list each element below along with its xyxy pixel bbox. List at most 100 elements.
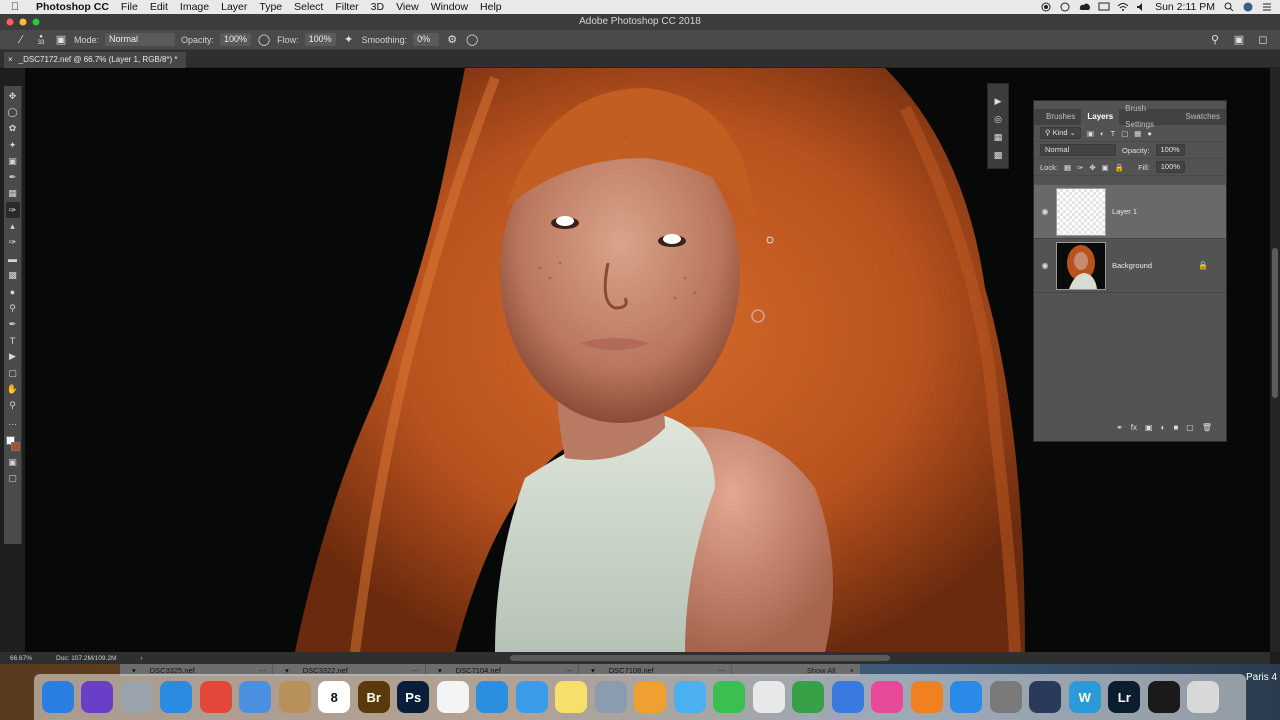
pressure-size-icon[interactable]: ◯ (465, 33, 479, 47)
apple-menu-icon[interactable]:  (0, 1, 30, 13)
crop-tool-icon[interactable]: ▣ (6, 153, 20, 169)
workspace-icon[interactable]: ▣ (1232, 33, 1246, 47)
fill-field[interactable]: 100% (1155, 161, 1185, 173)
marquee-tool-icon[interactable]: ◯ (6, 104, 20, 120)
cloud-icon[interactable] (1079, 2, 1091, 12)
canvas-vertical-scrollbar[interactable] (1270, 68, 1280, 652)
dock-app-reminders[interactable] (433, 679, 473, 715)
layer-row-background[interactable]: ◉ Background 🔒 (1034, 239, 1226, 293)
dock-app-photoshop[interactable]: Ps (394, 679, 434, 715)
dock-app-facetime[interactable] (710, 679, 750, 715)
dock-app-airmail[interactable] (473, 679, 513, 715)
smoothing-options-gear-icon[interactable]: ⚙ (445, 33, 459, 47)
volume-icon[interactable] (1136, 2, 1146, 12)
layer-name[interactable]: Layer 1 (1112, 207, 1137, 216)
close-tab-icon[interactable]: × (8, 52, 13, 68)
clone-stamp-tool-icon[interactable]: ▴ (6, 218, 20, 234)
menu-3d[interactable]: 3D (365, 0, 390, 14)
flow-field[interactable]: 100% (304, 33, 336, 46)
brush-settings-toggle-icon[interactable]: ▣ (54, 33, 68, 47)
airbrush-icon[interactable]: ✦ (342, 33, 356, 47)
dock-app-messages[interactable] (670, 679, 710, 715)
doc-size[interactable]: Doc: 107.2M/109.2M (56, 655, 116, 662)
pressure-opacity-icon[interactable]: ◯ (257, 33, 271, 47)
filter-adjustment-icon[interactable]: ◐ (1100, 129, 1105, 138)
dock-app-bridge[interactable]: Br (354, 679, 394, 715)
zoom-level[interactable]: 66.67% (10, 655, 32, 662)
dock-app-lightroom[interactable]: Lr (1105, 679, 1145, 715)
window-controls-icon[interactable] (6, 18, 46, 26)
tab-layers[interactable]: Layers (1081, 109, 1120, 125)
menu-layer[interactable]: Layer (215, 0, 253, 14)
dock-app-wunderlist[interactable]: W (1065, 679, 1105, 715)
display-icon[interactable] (1098, 2, 1110, 12)
delete-layer-icon[interactable]: 🗑 (1202, 423, 1212, 437)
actions-play-icon[interactable]: ▶ (991, 94, 1005, 108)
dock-app-siri[interactable] (78, 679, 118, 715)
screen-mode-icon[interactable]: ▢ (6, 471, 20, 487)
menu-filter[interactable]: Filter (329, 0, 364, 14)
add-mask-icon[interactable]: ▣ (1145, 423, 1153, 437)
link-layers-icon[interactable]: ⚭ (1116, 423, 1123, 437)
vscroll-thumb[interactable] (1272, 248, 1278, 398)
brush-tool-active-icon[interactable]: ✑ (5, 202, 20, 219)
document-tab[interactable]: × _DSC7172.nef @ 66.7% (Layer 1, RGB/8*)… (4, 52, 186, 68)
dock-app-safari[interactable] (157, 679, 197, 715)
menubar-clock[interactable]: Sun 2:11 PM (1155, 1, 1215, 13)
kind-filter-select[interactable]: ⚲ Kind ⌄ (1040, 127, 1081, 139)
new-adjustment-icon[interactable]: ◐ (1161, 423, 1166, 437)
filter-pixel-icon[interactable]: ▣ (1087, 129, 1094, 138)
record-icon[interactable] (1041, 2, 1051, 12)
blur-tool-icon[interactable]: ● (6, 284, 20, 300)
lasso-tool-icon[interactable]: ✿ (6, 121, 20, 137)
dock-app-mail[interactable] (236, 679, 276, 715)
dock-app-terminal[interactable] (1144, 679, 1184, 715)
dodge-tool-icon[interactable]: ⚲ (6, 300, 20, 316)
lock-image-icon[interactable]: ✑ (1077, 163, 1083, 172)
search-icon[interactable]: ⚲ (1208, 33, 1222, 47)
layer-name[interactable]: Background (1112, 261, 1152, 270)
tab-brushes[interactable]: Brushes (1040, 109, 1081, 125)
magic-wand-tool-icon[interactable]: ✦ (6, 137, 20, 153)
menu-file[interactable]: File (115, 0, 144, 14)
gradient-tool-icon[interactable]: ▩ (6, 267, 20, 283)
filter-type-icon[interactable]: T (1111, 129, 1116, 138)
canvas-horizontal-scrollbar[interactable] (510, 655, 890, 661)
dock-app-finder[interactable] (38, 679, 78, 715)
visibility-eye-icon[interactable]: ◉ (1040, 207, 1050, 216)
dock-app-calendar[interactable]: 8 (315, 679, 355, 715)
menu-edit[interactable]: Edit (144, 0, 174, 14)
brush-preset-picker-icon[interactable]: ● 33 (34, 33, 48, 47)
dock-app-textedit[interactable] (749, 679, 789, 715)
user-avatar-icon[interactable] (1243, 2, 1253, 12)
dock-app-ibooks[interactable] (907, 679, 947, 715)
dock-app-preview[interactable] (591, 679, 631, 715)
more-tools-icon[interactable]: … (6, 414, 20, 430)
sync-icon[interactable] (1060, 2, 1070, 12)
lock-position-icon[interactable]: ✥ (1089, 163, 1095, 172)
dock-app-numbers[interactable] (789, 679, 829, 715)
dock-app-keynote[interactable] (828, 679, 868, 715)
new-layer-icon[interactable]: ▢ (1186, 423, 1194, 437)
dock-app-system-preferences[interactable] (986, 679, 1026, 715)
menu-help[interactable]: Help (474, 0, 508, 14)
pen-tool-icon[interactable]: ✒ (6, 316, 20, 332)
menu-image[interactable]: Image (174, 0, 215, 14)
quick-mask-icon[interactable]: ▣ (6, 454, 20, 470)
lock-artboard-icon[interactable]: ▣ (1102, 163, 1109, 172)
notification-center-icon[interactable] (1262, 2, 1272, 12)
share-icon[interactable]: ◻ (1256, 33, 1270, 47)
healing-brush-tool-icon[interactable]: ▦ (6, 186, 20, 202)
menu-app-name[interactable]: Photoshop CC (30, 0, 115, 14)
brush-tool-icon[interactable]: ∕ (14, 33, 28, 47)
new-group-icon[interactable]: ■ (1173, 423, 1178, 437)
smoothing-field[interactable]: 0% (413, 33, 440, 46)
properties-icon[interactable]: ▦ (991, 130, 1005, 144)
filter-smart-object-icon[interactable]: ▦ (1134, 129, 1141, 138)
type-tool-icon[interactable]: T (6, 332, 20, 348)
dock-app-app-store[interactable] (947, 679, 987, 715)
zoom-tool-icon[interactable]: ⚲ (6, 398, 20, 414)
dock-app-trash[interactable] (1184, 679, 1224, 715)
dock-app-itunes[interactable] (868, 679, 908, 715)
layer-style-fx-icon[interactable]: fx (1131, 423, 1137, 437)
